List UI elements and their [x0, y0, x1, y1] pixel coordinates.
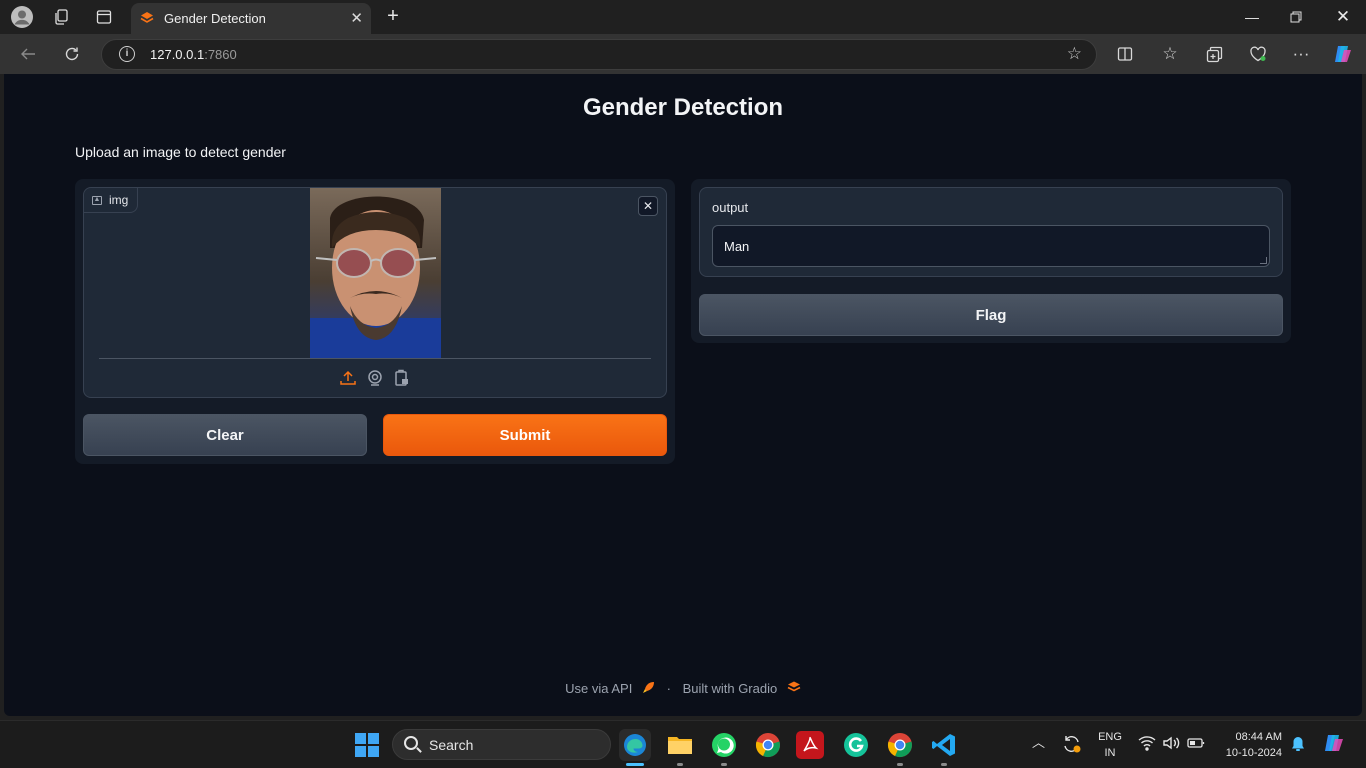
address-bar[interactable]: i 127.0.0.1:7860 ☆	[101, 39, 1097, 70]
clock-time: 08:44 AM	[1235, 731, 1282, 743]
new-tab-icon[interactable]: +	[381, 5, 405, 29]
url-text: 127.0.0.1:7860	[150, 47, 237, 62]
output-textbox[interactable]: Man	[712, 225, 1270, 267]
tab-title: Gender Detection	[164, 11, 266, 26]
output-value: Man	[724, 239, 750, 254]
image-label: ▲ img	[84, 188, 139, 213]
workspaces-icon[interactable]	[51, 6, 73, 28]
submit-button[interactable]: Submit	[383, 414, 667, 456]
gradio-app: Gender Detection Upload an image to dete…	[4, 74, 1362, 716]
browser-tab-active[interactable]: Gender Detection ✕	[131, 3, 371, 34]
windows-taskbar: Search ︿ ENG IN 08:44 AM 10-10-2024	[0, 720, 1366, 768]
clock[interactable]: 08:44 AM 10-10-2024	[1216, 730, 1282, 760]
page-description: Upload an image to detect gender	[75, 144, 286, 160]
windows-start-icon[interactable]	[355, 733, 379, 762]
whatsapp-icon[interactable]	[708, 729, 740, 761]
image-divider	[99, 358, 651, 359]
explorer-indicator	[677, 763, 683, 766]
use-via-api-link[interactable]: Use via API	[565, 681, 632, 696]
browser-toolbar: i 127.0.0.1:7860 ☆ ☆ ···	[0, 34, 1366, 74]
edge-active-indicator	[626, 763, 644, 766]
chrome-profile-icon[interactable]	[884, 729, 916, 761]
refresh-icon[interactable]	[60, 42, 84, 66]
sync-icon[interactable]	[1062, 734, 1082, 758]
wifi-icon[interactable]	[1138, 735, 1156, 755]
image-label-text: img	[109, 193, 129, 207]
gradio-logo-icon	[787, 681, 801, 696]
upload-icon[interactable]	[339, 369, 357, 387]
edge-app-icon[interactable]	[619, 729, 651, 761]
collections-icon[interactable]	[1202, 42, 1226, 66]
output-block: output Man	[699, 187, 1283, 277]
page-title: Gender Detection	[582, 94, 784, 121]
chrome-icon[interactable]	[752, 729, 784, 761]
language-top: ENG	[1098, 731, 1122, 743]
image-icon: ▲	[92, 195, 102, 205]
clock-date: 10-10-2024	[1225, 747, 1282, 759]
vscode-icon[interactable]	[928, 729, 960, 761]
minimize-icon[interactable]: —	[1229, 0, 1275, 34]
language-bottom: IN	[1104, 747, 1116, 759]
profile-avatar-icon[interactable]	[11, 6, 33, 28]
acrobat-icon[interactable]	[796, 731, 824, 759]
output-panel: output Man Flag	[691, 179, 1291, 343]
resize-handle-icon[interactable]	[1260, 257, 1267, 264]
tray-overflow-icon[interactable]: ︿	[1032, 736, 1045, 750]
volume-icon[interactable]	[1162, 735, 1180, 755]
vscode-indicator	[941, 763, 947, 766]
favorites-icon[interactable]: ☆	[1158, 42, 1182, 66]
tab-close-icon[interactable]: ✕	[350, 9, 363, 27]
flag-button[interactable]: Flag	[699, 294, 1283, 336]
gradio-favicon-icon	[140, 11, 154, 28]
grammarly-icon[interactable]	[840, 729, 872, 761]
language-indicator[interactable]: ENG IN	[1094, 730, 1126, 760]
favorite-star-icon[interactable]: ☆	[1067, 44, 1082, 64]
notification-bell-icon[interactable]	[1290, 736, 1306, 756]
vertical-tabs-icon[interactable]	[93, 6, 115, 28]
footer: Use via API · Built with Gradio	[4, 680, 1362, 697]
whatsapp-indicator	[721, 763, 727, 766]
site-info-icon[interactable]: i	[119, 46, 135, 62]
footer-separator: ·	[666, 681, 671, 697]
close-window-icon[interactable]: ✕	[1320, 0, 1366, 34]
copilot-taskbar-icon[interactable]	[1322, 732, 1346, 760]
copilot-icon[interactable]	[1331, 42, 1355, 66]
browser-title-bar: Gender Detection ✕ + — ✕	[0, 0, 1366, 34]
rocket-icon	[642, 681, 655, 697]
webcam-icon[interactable]	[366, 369, 384, 387]
chrome-profile-indicator	[897, 763, 903, 766]
image-upload[interactable]: ▲ img ✕	[83, 187, 667, 398]
built-with-gradio-link[interactable]: Built with Gradio	[683, 681, 778, 696]
file-explorer-icon[interactable]	[664, 729, 696, 761]
clipboard-icon[interactable]	[393, 369, 411, 387]
more-options-icon[interactable]: ···	[1289, 42, 1313, 66]
browser-essentials-icon[interactable]	[1246, 42, 1270, 66]
clear-button[interactable]: Clear	[83, 414, 367, 456]
back-icon[interactable]	[16, 42, 40, 66]
search-label: Search	[429, 737, 474, 753]
taskbar-search[interactable]: Search	[392, 729, 611, 760]
restore-icon[interactable]	[1273, 0, 1319, 34]
split-screen-icon[interactable]	[1113, 42, 1137, 66]
output-label: output	[712, 200, 749, 215]
uploaded-portrait-image	[310, 188, 441, 358]
battery-icon[interactable]	[1187, 736, 1205, 754]
search-icon	[404, 736, 418, 750]
input-panel: ▲ img ✕ Clear Submit	[75, 179, 675, 464]
remove-image-icon[interactable]: ✕	[638, 196, 658, 216]
